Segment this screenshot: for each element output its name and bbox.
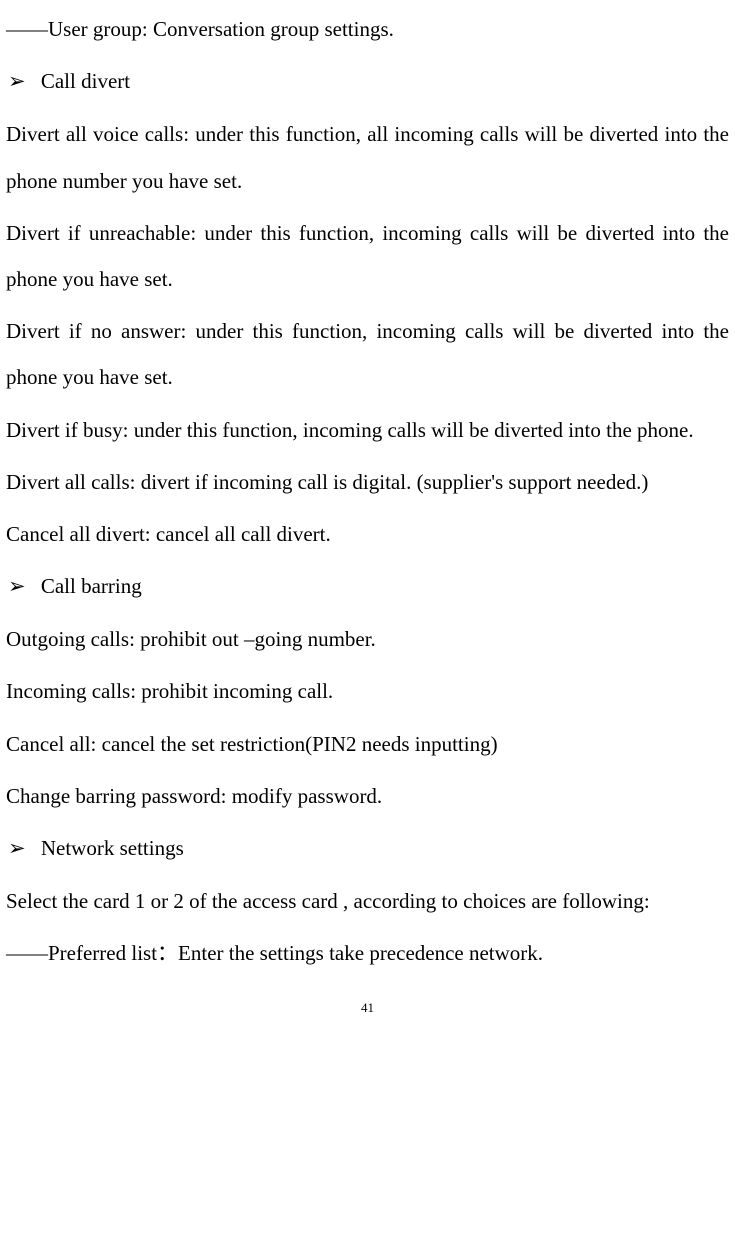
bullet-marker-icon: ➢ <box>8 826 26 872</box>
text-divert-all-calls: Divert all calls: divert if incoming cal… <box>6 459 729 505</box>
text-change-barring-pw: Change barring password: modify password… <box>6 773 729 819</box>
page-number: 41 <box>6 1001 729 1014</box>
bullet-call-divert-label: Call divert <box>41 69 130 93</box>
text-user-group: ——User group: Conversation group setting… <box>6 6 729 52</box>
text-select-card: Select the card 1 or 2 of the access car… <box>6 878 729 924</box>
bullet-call-divert: ➢ Call divert <box>6 58 729 105</box>
text-cancel-all: Cancel all: cancel the set restriction(P… <box>6 721 729 767</box>
text-divert-no-answer: Divert if no answer: under this function… <box>6 308 729 400</box>
bullet-marker-icon: ➢ <box>8 564 26 610</box>
text-divert-if-busy: Divert if busy: under this function, inc… <box>6 407 729 453</box>
text-divert-unreachable: Divert if unreachable: under this functi… <box>6 210 729 302</box>
bullet-call-barring-label: Call barring <box>41 574 142 598</box>
bullet-network-settings-label: Network settings <box>41 836 184 860</box>
bullet-marker-icon: ➢ <box>8 59 26 105</box>
text-incoming-calls: Incoming calls: prohibit incoming call. <box>6 668 729 714</box>
text-divert-all-voice: Divert all voice calls: under this funct… <box>6 111 729 203</box>
text-outgoing-calls: Outgoing calls: prohibit out –going numb… <box>6 616 729 662</box>
text-cancel-all-divert: Cancel all divert: cancel all call diver… <box>6 511 729 557</box>
text-preferred-list: ――Preferred list：Enter the settings take… <box>6 930 729 976</box>
bullet-network-settings: ➢ Network settings <box>6 825 729 872</box>
bullet-call-barring: ➢ Call barring <box>6 563 729 610</box>
